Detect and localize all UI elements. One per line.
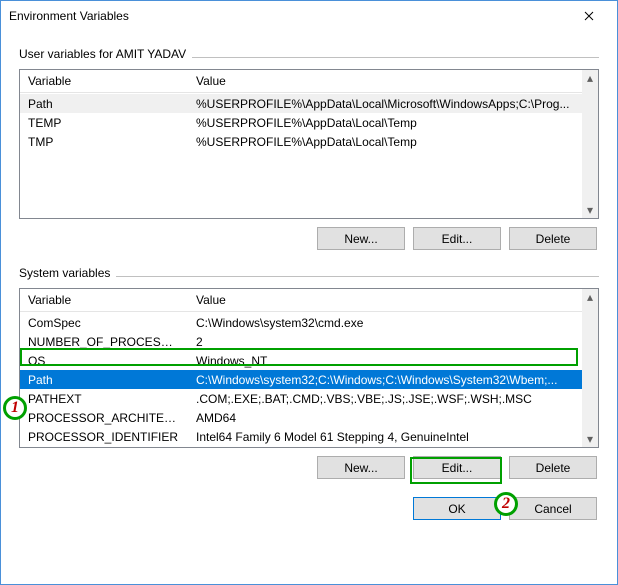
cell-variable: Path bbox=[20, 373, 188, 387]
scroll-up-icon[interactable]: ▴ bbox=[582, 70, 598, 86]
cell-value: Intel64 Family 6 Model 61 Stepping 4, Ge… bbox=[188, 430, 582, 444]
divider bbox=[192, 57, 599, 58]
table-row[interactable]: PATHEXT .COM;.EXE;.BAT;.CMD;.VBS;.VBE;.J… bbox=[20, 389, 582, 408]
cell-value: %USERPROFILE%\AppData\Local\Microsoft\Wi… bbox=[188, 97, 582, 111]
user-edit-button[interactable]: Edit... bbox=[413, 227, 501, 250]
close-button[interactable] bbox=[569, 2, 609, 30]
scrollbar[interactable]: ▴ ▾ bbox=[582, 289, 598, 447]
cell-value: C:\Windows\system32\cmd.exe bbox=[188, 316, 582, 330]
scrollbar[interactable]: ▴ ▾ bbox=[582, 70, 598, 218]
close-icon bbox=[584, 11, 594, 21]
scroll-down-icon[interactable]: ▾ bbox=[582, 431, 598, 447]
cell-value: %USERPROFILE%\AppData\Local\Temp bbox=[188, 135, 582, 149]
user-delete-button[interactable]: Delete bbox=[509, 227, 597, 250]
user-variables-label: User variables for AMIT YADAV bbox=[19, 47, 192, 61]
cell-value: .COM;.EXE;.BAT;.CMD;.VBS;.VBE;.JS;.JSE;.… bbox=[188, 392, 582, 406]
scroll-up-icon[interactable]: ▴ bbox=[582, 289, 598, 305]
table-row-selected[interactable]: Path C:\Windows\system32;C:\Windows;C:\W… bbox=[20, 370, 582, 389]
cell-variable: PATHEXT bbox=[20, 392, 188, 406]
cancel-button[interactable]: Cancel bbox=[509, 497, 597, 520]
cell-variable: PROCESSOR_ARCHITECTURE bbox=[20, 411, 188, 425]
system-variables-list[interactable]: Variable Value ComSpec C:\Windows\system… bbox=[19, 288, 599, 448]
column-header-variable[interactable]: Variable bbox=[20, 289, 188, 311]
system-new-button[interactable]: New... bbox=[317, 456, 405, 479]
scroll-down-icon[interactable]: ▾ bbox=[582, 202, 598, 218]
user-new-button[interactable]: New... bbox=[317, 227, 405, 250]
table-row[interactable]: NUMBER_OF_PROCESSORS 2 bbox=[20, 332, 582, 351]
environment-variables-dialog: Environment Variables User variables for… bbox=[0, 0, 618, 585]
system-variables-group: System variables Variable Value ComSpec … bbox=[19, 266, 599, 479]
cell-variable: Path bbox=[20, 97, 188, 111]
cell-variable: OS bbox=[20, 354, 188, 368]
window-title: Environment Variables bbox=[9, 9, 569, 23]
column-header-value[interactable]: Value bbox=[188, 289, 598, 311]
user-variables-list[interactable]: Variable Value Path %USERPROFILE%\AppDat… bbox=[19, 69, 599, 219]
annotation-badge-1: 1 bbox=[3, 396, 27, 420]
user-variables-group: User variables for AMIT YADAV Variable V… bbox=[19, 47, 599, 250]
cell-value: 2 bbox=[188, 335, 582, 349]
system-variables-label: System variables bbox=[19, 266, 116, 280]
table-row[interactable]: ComSpec C:\Windows\system32\cmd.exe bbox=[20, 313, 582, 332]
divider bbox=[116, 276, 599, 277]
list-header: Variable Value bbox=[20, 70, 598, 93]
cell-value: C:\Windows\system32;C:\Windows;C:\Window… bbox=[188, 373, 582, 387]
table-row[interactable]: PROCESSOR_IDENTIFIER Intel64 Family 6 Mo… bbox=[20, 427, 582, 446]
table-row[interactable]: Path %USERPROFILE%\AppData\Local\Microso… bbox=[20, 94, 582, 113]
cell-value: AMD64 bbox=[188, 411, 582, 425]
cell-variable: TMP bbox=[20, 135, 188, 149]
cell-variable: TEMP bbox=[20, 116, 188, 130]
table-row[interactable]: OS Windows_NT bbox=[20, 351, 582, 370]
list-header: Variable Value bbox=[20, 289, 598, 312]
column-header-value[interactable]: Value bbox=[188, 70, 598, 92]
system-edit-button[interactable]: Edit... bbox=[413, 456, 501, 479]
system-delete-button[interactable]: Delete bbox=[509, 456, 597, 479]
cell-value: %USERPROFILE%\AppData\Local\Temp bbox=[188, 116, 582, 130]
table-row[interactable]: PROCESSOR_ARCHITECTURE AMD64 bbox=[20, 408, 582, 427]
cell-variable: NUMBER_OF_PROCESSORS bbox=[20, 335, 188, 349]
table-row[interactable]: TMP %USERPROFILE%\AppData\Local\Temp bbox=[20, 132, 582, 151]
ok-button[interactable]: OK bbox=[413, 497, 501, 520]
column-header-variable[interactable]: Variable bbox=[20, 70, 188, 92]
titlebar: Environment Variables bbox=[1, 1, 617, 31]
cell-variable: ComSpec bbox=[20, 316, 188, 330]
cell-variable: PROCESSOR_IDENTIFIER bbox=[20, 430, 188, 444]
cell-value: Windows_NT bbox=[188, 354, 582, 368]
annotation-badge-2: 2 bbox=[494, 492, 518, 516]
table-row[interactable]: TEMP %USERPROFILE%\AppData\Local\Temp bbox=[20, 113, 582, 132]
